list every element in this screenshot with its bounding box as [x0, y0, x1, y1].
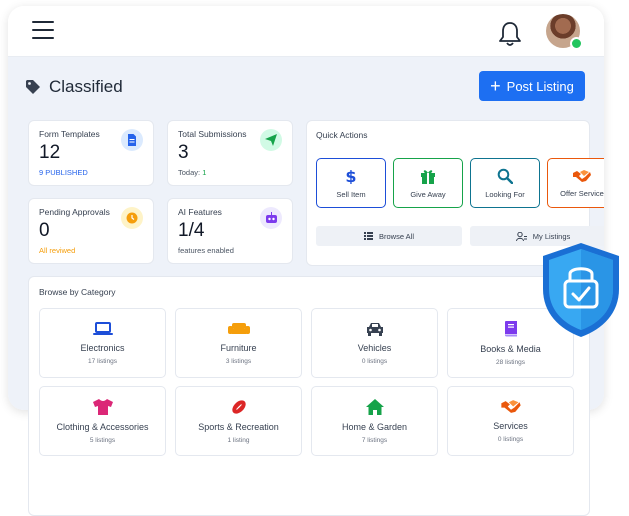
plus-icon: +	[490, 76, 501, 96]
handshake-icon	[573, 169, 591, 182]
stat-sub: All reviwed	[39, 246, 76, 255]
offer-service-button[interactable]: Offer Service	[547, 158, 604, 208]
category-name: Furniture	[220, 342, 257, 353]
category-vehicles[interactable]: Vehicles 0 listings	[311, 308, 438, 378]
shirt-icon	[92, 398, 113, 415]
give-away-label: Give Away	[410, 189, 446, 199]
clock-icon	[121, 207, 143, 229]
browse-by-category-panel: Browse by Category Electronics 17 listin…	[28, 276, 590, 516]
stat-sub-value: 1	[202, 168, 207, 177]
post-listing-label: Post Listing	[506, 78, 574, 94]
search-icon	[497, 168, 513, 184]
document-icon	[121, 129, 143, 151]
category-furniture[interactable]: Furniture 3 listings	[175, 308, 302, 378]
category-count: 0 listings	[361, 357, 388, 365]
category-name: Services	[493, 421, 528, 431]
give-away-button[interactable]: Give Away	[393, 158, 463, 208]
looking-for-label: Looking For	[485, 189, 525, 199]
security-shield-icon	[543, 243, 619, 337]
online-status-dot	[570, 37, 583, 50]
handshake-icon	[500, 400, 521, 413]
stat-sub-prefix: Today:	[178, 168, 203, 177]
category-count: 1 listing	[227, 436, 250, 444]
house-icon	[365, 398, 384, 415]
category-name: Clothing & Accessories	[56, 421, 149, 432]
post-listing-button[interactable]: + Post Listing	[479, 71, 585, 101]
category-sports-recreation[interactable]: Sports & Recreation 1 listing	[175, 386, 302, 456]
my-listings-label: My Listings	[532, 231, 571, 241]
stat-sub: features enabled	[178, 246, 234, 255]
dollar-icon: $	[345, 168, 356, 184]
browse-all-label: Browse All	[378, 231, 414, 241]
list-icon	[363, 232, 373, 240]
tag-icon	[26, 80, 40, 94]
user-avatar[interactable]	[546, 14, 583, 50]
offer-service-label: Offer Service	[560, 188, 604, 198]
browse-all-button[interactable]: Browse All	[316, 226, 462, 246]
category-clothing-accessories[interactable]: Clothing & Accessories 5 listings	[39, 386, 166, 456]
category-count: 7 listings	[361, 436, 388, 444]
category-services[interactable]: Services 0 listings	[447, 386, 574, 456]
stat-card-total-submissions[interactable]: Total Submissions 3 Today: 1	[167, 120, 293, 186]
football-icon	[231, 399, 246, 414]
page-title: Classified	[25, 77, 123, 97]
stat-sub: Today: 1	[178, 168, 282, 177]
category-count: 0 listings	[497, 436, 524, 443]
sell-item-button[interactable]: $ Sell Item	[316, 158, 386, 208]
category-count: 17 listings	[88, 357, 117, 365]
category-name: Books & Media	[480, 343, 541, 354]
car-icon	[366, 322, 383, 336]
category-name: Home & Garden	[341, 421, 408, 432]
send-icon	[260, 129, 282, 151]
quick-actions-title: Quick Actions	[316, 130, 368, 140]
laptop-icon	[92, 321, 113, 335]
sell-item-label: Sell Item	[336, 189, 366, 199]
stat-card-form-templates[interactable]: Form Templates 12 9 PUBLISHED	[28, 120, 154, 186]
sofa-icon	[227, 322, 250, 334]
category-count: 5 listings	[89, 436, 116, 444]
category-name: Sports & Recreation	[198, 421, 279, 432]
gift-icon	[421, 169, 435, 184]
category-name: Vehicles	[357, 342, 392, 353]
user-list-icon	[515, 231, 527, 241]
category-name: Electronics	[80, 342, 125, 353]
robot-icon	[260, 207, 282, 229]
category-count: 28 listings	[496, 358, 525, 366]
stat-card-ai-features[interactable]: AI Features 1/4 features enabled	[167, 198, 293, 264]
svg-text:$: $	[345, 168, 356, 184]
category-electronics[interactable]: Electronics 17 listings	[39, 308, 166, 378]
category-home-garden[interactable]: Home & Garden 7 listings	[311, 386, 438, 456]
page-title-text: Classified	[49, 77, 123, 96]
stat-card-pending-approvals[interactable]: Pending Approvals 0 All reviwed	[28, 198, 154, 264]
bell-icon[interactable]	[497, 20, 523, 48]
stat-sub: 9 PUBLISHED	[39, 168, 88, 177]
book-icon	[504, 320, 517, 336]
browse-by-category-title: Browse by Category	[39, 287, 116, 297]
menu-icon[interactable]	[32, 21, 54, 39]
looking-for-button[interactable]: Looking For	[470, 158, 540, 208]
category-count: 3 listings	[225, 357, 252, 365]
top-bar	[8, 6, 604, 57]
